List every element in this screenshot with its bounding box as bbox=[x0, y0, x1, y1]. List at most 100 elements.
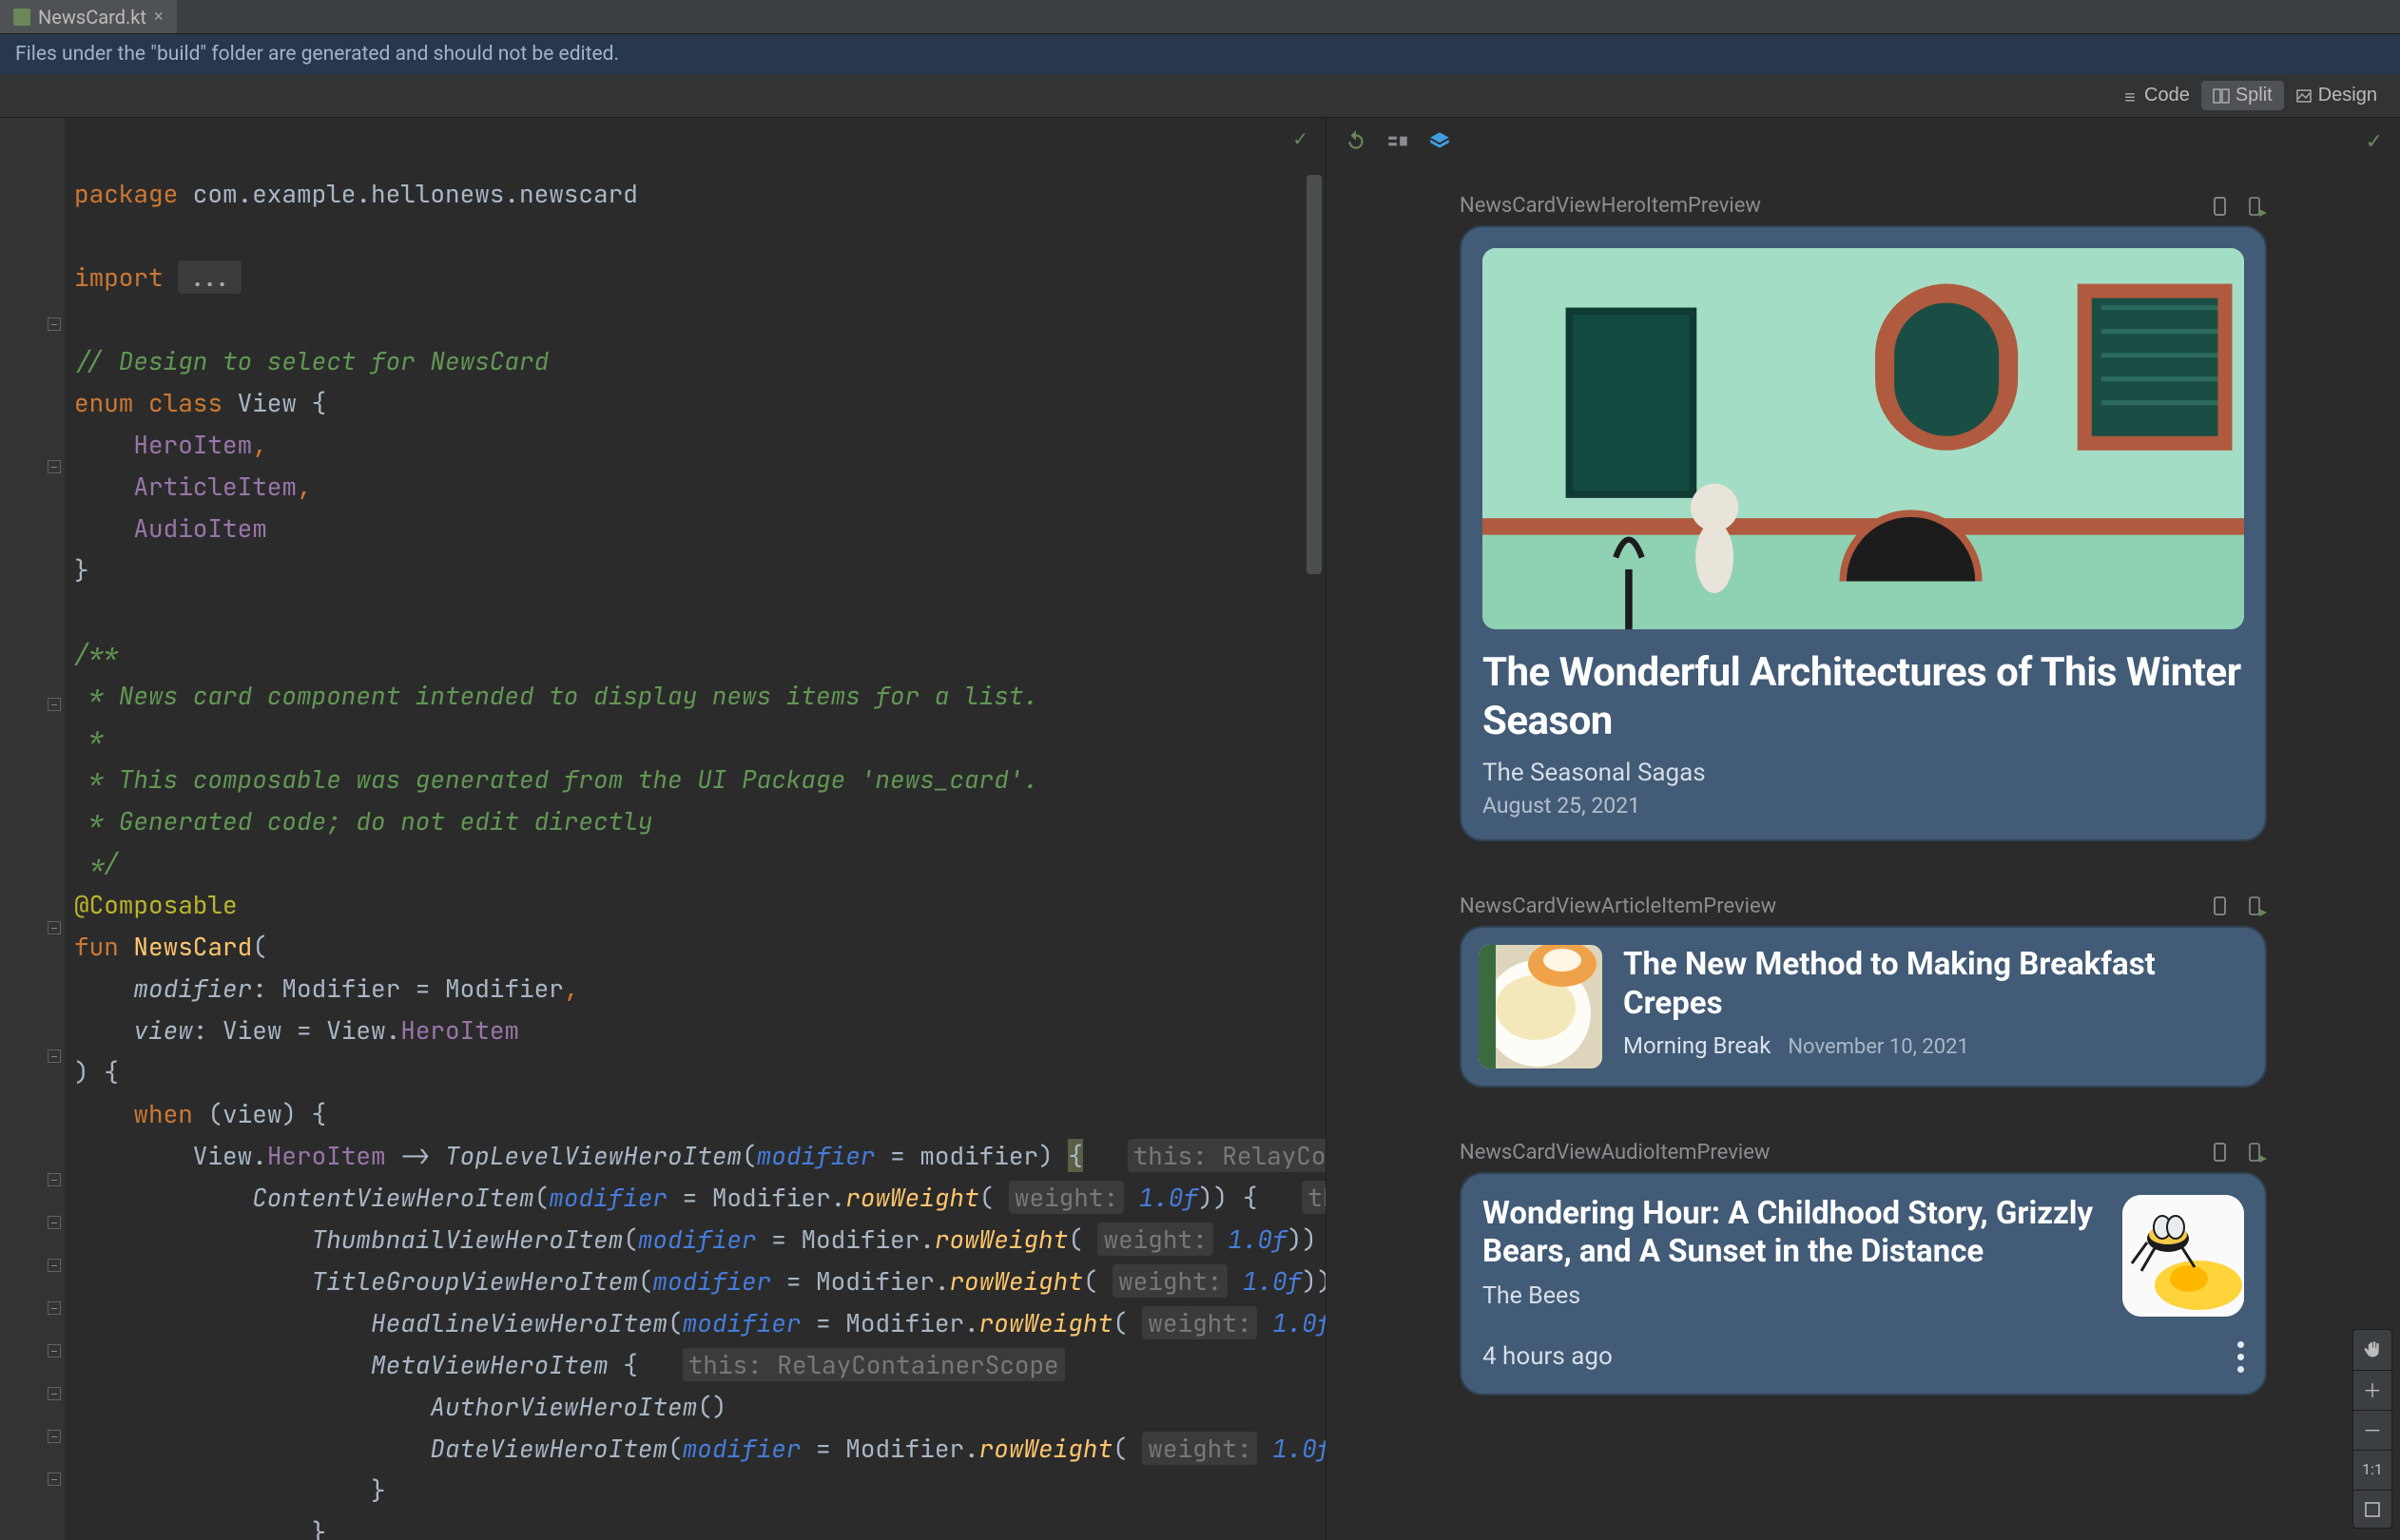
named-arg: modifier bbox=[683, 1306, 802, 1339]
inline-hint: weight: bbox=[1097, 1222, 1212, 1256]
editor-tab-newscard[interactable]: NewsCard.kt × bbox=[0, 0, 177, 33]
paren-close: )) { bbox=[1198, 1181, 1302, 1214]
call: TopLevelViewHeroItem bbox=[445, 1139, 742, 1172]
indent bbox=[74, 1348, 371, 1381]
view-design-label: Design bbox=[2318, 85, 2377, 106]
view-code-button[interactable]: Code bbox=[2110, 81, 2201, 110]
fold-marker-icon[interactable] bbox=[48, 460, 61, 473]
view-design-button[interactable]: Design bbox=[2284, 81, 2389, 110]
fold-marker-icon[interactable] bbox=[48, 1344, 61, 1357]
layers-icon[interactable] bbox=[1427, 129, 1452, 154]
audio-author: The Bees bbox=[1482, 1282, 2101, 1310]
fold-marker-icon[interactable] bbox=[48, 1301, 61, 1315]
float-lit: 1.0f bbox=[1213, 1222, 1287, 1256]
call: DateViewHeroItem bbox=[430, 1432, 668, 1465]
more-options-icon[interactable] bbox=[2237, 1341, 2244, 1373]
preview-canvas[interactable]: NewsCardViewHeroItemPreview bbox=[1326, 165, 2400, 1540]
kdoc: * Generated code; do not edit directly bbox=[74, 804, 652, 837]
float-lit: 1.0f bbox=[1124, 1181, 1198, 1214]
view-split-button[interactable]: Split bbox=[2201, 81, 2284, 110]
kw-when: when bbox=[133, 1097, 192, 1130]
enum-heroitem: HeroItem bbox=[74, 428, 252, 461]
fold-marker-icon[interactable] bbox=[48, 1430, 61, 1443]
indent bbox=[74, 1306, 371, 1339]
close-tab-icon[interactable]: × bbox=[154, 7, 164, 27]
chain: = Modifier. bbox=[771, 1264, 949, 1298]
param-view: view bbox=[74, 1013, 193, 1047]
audio-thumbnail bbox=[2122, 1195, 2244, 1317]
ext-call: rowWeight bbox=[979, 1432, 1113, 1465]
indent bbox=[74, 1264, 312, 1298]
run-preview-icon[interactable] bbox=[2246, 895, 2267, 916]
call: HeadlineViewHeroItem bbox=[371, 1306, 668, 1339]
call: AuthorViewHeroItem bbox=[430, 1390, 697, 1423]
zoom-fit-button[interactable] bbox=[2353, 1490, 2391, 1528]
fold-marker-icon[interactable] bbox=[48, 921, 61, 934]
audio-card: Wondering Hour: A Childhood Story, Grizz… bbox=[1460, 1172, 2267, 1396]
brace: } bbox=[74, 1473, 386, 1507]
kw-import: import bbox=[74, 260, 164, 294]
annotation-composable: @Composable bbox=[74, 888, 238, 921]
deploy-device-icon[interactable] bbox=[2212, 1142, 2233, 1163]
editor-scrollbar[interactable] bbox=[1306, 175, 1322, 574]
fold-marker-icon[interactable] bbox=[48, 698, 61, 711]
paren: ( bbox=[668, 1432, 683, 1465]
import-collapsed[interactable]: ... bbox=[178, 260, 242, 294]
call: MetaViewHeroItem bbox=[371, 1348, 609, 1381]
indent bbox=[74, 1432, 430, 1465]
interactive-preview-icon[interactable] bbox=[1385, 129, 1410, 154]
paren: ( bbox=[1113, 1432, 1128, 1465]
preview-article-block: NewsCardViewArticleItemPreview bbox=[1460, 895, 2267, 1088]
split-icon bbox=[2213, 87, 2230, 105]
fold-marker-icon[interactable] bbox=[48, 1216, 61, 1229]
deploy-device-icon[interactable] bbox=[2212, 196, 2233, 217]
pan-hand-icon[interactable] bbox=[2353, 1330, 2391, 1368]
call: TitleGroupViewHeroItem bbox=[312, 1264, 638, 1298]
audio-time-ago: 4 hours ago bbox=[1482, 1342, 1613, 1371]
enum-articleitem: ArticleItem bbox=[74, 470, 297, 503]
param-modifier: modifier bbox=[74, 972, 252, 1005]
parens: () bbox=[697, 1390, 726, 1423]
fold-marker-icon[interactable] bbox=[48, 1387, 61, 1400]
run-preview-icon[interactable] bbox=[2246, 1142, 2267, 1163]
refresh-icon[interactable] bbox=[1344, 129, 1368, 154]
named-arg: modifier bbox=[652, 1264, 771, 1298]
fold-marker-icon[interactable] bbox=[48, 1049, 61, 1063]
paren: ( bbox=[534, 1181, 550, 1214]
brace-highlight: { bbox=[1068, 1139, 1083, 1172]
indent bbox=[74, 1097, 133, 1130]
brace-open: { bbox=[609, 1348, 683, 1381]
zoom-ratio-button[interactable]: 1:1 bbox=[2353, 1450, 2391, 1488]
compose-preview-pane: NewsCardViewHeroItemPreview bbox=[1326, 118, 2400, 1540]
deploy-device-icon[interactable] bbox=[2212, 895, 2233, 916]
preview-ok-icon bbox=[2366, 130, 2383, 154]
paren-close: )) bbox=[1287, 1222, 1317, 1256]
fun-name: NewsCard bbox=[133, 930, 252, 963]
tab-filename: NewsCard.kt bbox=[38, 6, 146, 29]
view-code-label: Code bbox=[2144, 85, 2190, 106]
run-preview-icon[interactable] bbox=[2246, 196, 2267, 217]
code-text-area[interactable]: package com.example.hellonews.newscard i… bbox=[65, 118, 1326, 1540]
arrow: -> bbox=[386, 1139, 445, 1172]
hero-headline: The Wonderful Architectures of This Wint… bbox=[1482, 648, 2244, 745]
paren: ( bbox=[1083, 1264, 1098, 1298]
preview-article-label: NewsCardViewArticleItemPreview bbox=[1460, 895, 1776, 918]
hero-author: The Seasonal Sagas bbox=[1482, 759, 2244, 787]
editor-tab-bar: NewsCard.kt × bbox=[0, 0, 2400, 34]
zoom-controls: ＋ － 1:1 bbox=[2352, 1329, 2392, 1529]
paren: ( bbox=[979, 1181, 995, 1214]
call: ContentViewHeroItem bbox=[252, 1181, 533, 1214]
build-folder-notice: Files under the "build" folder are gener… bbox=[0, 34, 2400, 74]
chain: = Modifier. bbox=[668, 1181, 845, 1214]
preview-audio-label: NewsCardViewAudioItemPreview bbox=[1460, 1141, 1770, 1165]
zoom-out-button[interactable]: － bbox=[2353, 1410, 2391, 1448]
fold-marker-icon[interactable] bbox=[48, 1473, 61, 1486]
paren: ( bbox=[742, 1139, 757, 1172]
inline-hint: this: R bbox=[1302, 1181, 1326, 1214]
param-type: : Modifier = Modifier bbox=[252, 972, 564, 1005]
fold-marker-icon[interactable] bbox=[48, 318, 61, 331]
fold-marker-icon[interactable] bbox=[48, 1173, 61, 1186]
article-author: Morning Break bbox=[1623, 1032, 1771, 1059]
fold-marker-icon[interactable] bbox=[48, 1259, 61, 1272]
zoom-in-button[interactable]: ＋ bbox=[2353, 1370, 2391, 1408]
